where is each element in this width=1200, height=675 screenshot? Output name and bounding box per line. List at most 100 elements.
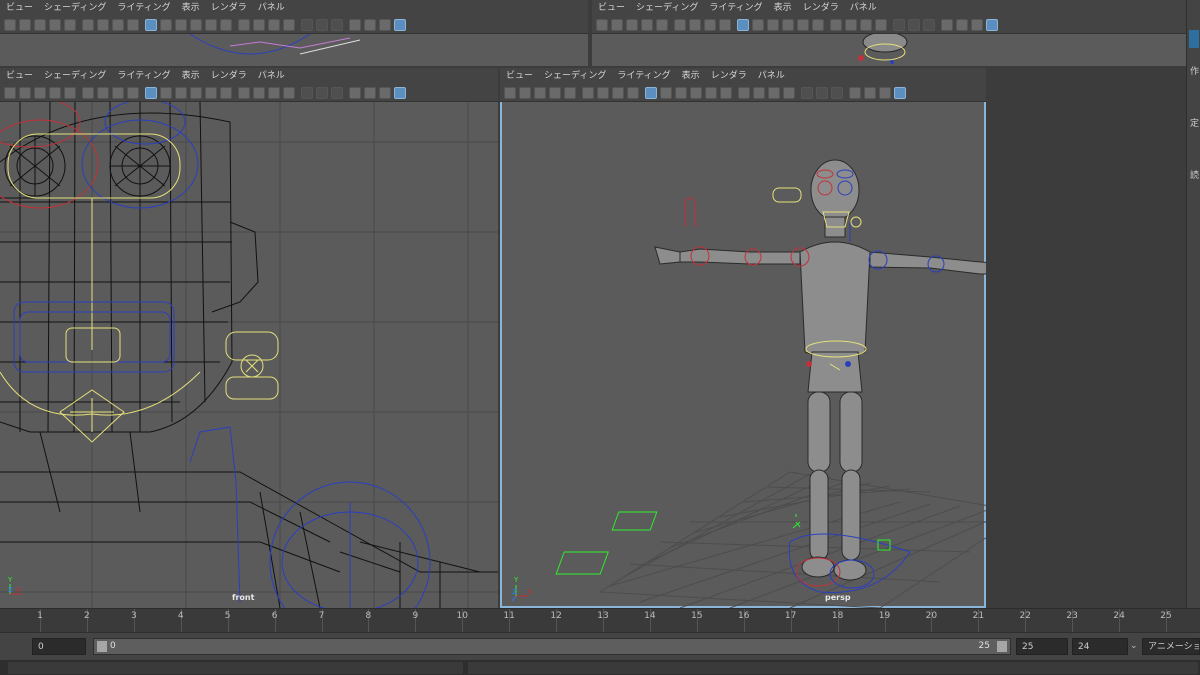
toolbar-tool-icon[interactable] — [597, 86, 609, 99]
menu-view[interactable]: ビュー — [6, 3, 33, 13]
toolbar-tool-icon[interactable] — [379, 86, 391, 99]
toolbar-tool-icon[interactable] — [364, 86, 376, 99]
viewport-persp[interactable]: persp Y Z X — [500, 102, 986, 608]
start-time-field[interactable]: 0 — [32, 638, 86, 655]
menu-panels[interactable]: パネル — [258, 71, 285, 81]
toolbar-tool-icon[interactable] — [268, 86, 280, 99]
toolbar-tool-icon[interactable] — [782, 18, 794, 31]
toolbar-tool-icon[interactable] — [97, 86, 109, 99]
chevron-down-icon[interactable]: ⌄ — [1130, 641, 1138, 651]
menu-renderer[interactable]: レンダラ — [211, 3, 247, 13]
toolbar-tool-icon[interactable] — [767, 18, 779, 31]
menu-view[interactable]: ビュー — [6, 71, 33, 81]
toolbar-tool-icon[interactable] — [160, 18, 172, 31]
toolbar-tool-icon[interactable] — [64, 86, 76, 99]
toolbar-tool-icon[interactable] — [49, 86, 61, 99]
time-slider[interactable]: 1 2 3 4 5 6 7 8 9 10 11 12 13 14 15 16 17 18 19 20 21 22 23 24 2… — [0, 608, 1200, 633]
toolbar-tool-icon[interactable] — [894, 86, 906, 99]
viewport[interactable] — [0, 33, 588, 66]
toolbar-tool-icon[interactable] — [145, 86, 157, 99]
toolbar-tool-icon[interactable] — [845, 18, 857, 31]
menu-renderer[interactable]: レンダラ — [803, 3, 839, 13]
toolbar-tool-icon[interactable] — [611, 18, 623, 31]
toolbar-tool-icon[interactable] — [283, 86, 295, 99]
toolbar-tool-icon[interactable] — [534, 86, 546, 99]
toolbar-tool-icon[interactable] — [986, 18, 998, 31]
end-time-field[interactable]: 25 — [1016, 638, 1068, 655]
toolbar-tool-icon[interactable] — [831, 86, 843, 99]
toolbar-tool-icon[interactable] — [190, 86, 202, 99]
menu-shading[interactable]: シェーディング — [44, 3, 106, 13]
toolbar-tool-icon[interactable] — [349, 18, 361, 31]
toolbar-tool-icon[interactable] — [737, 18, 749, 31]
toolbar-tool-icon[interactable] — [19, 86, 31, 99]
toolbar-tool-icon[interactable] — [830, 18, 842, 31]
toolbar-tool-icon[interactable] — [645, 86, 657, 99]
toolbar-tool-icon[interactable] — [64, 18, 76, 31]
toolbar-tool-icon[interactable] — [145, 18, 157, 31]
toolbar-tool-icon[interactable] — [660, 86, 672, 99]
toolbar-tool-icon[interactable] — [82, 86, 94, 99]
menu-renderer[interactable]: レンダラ — [211, 71, 247, 81]
toolbar-tool-icon[interactable] — [331, 18, 343, 31]
toolbar-tool-icon[interactable] — [394, 86, 406, 99]
toolbar-tool-icon[interactable] — [879, 86, 891, 99]
toolbar-tool-icon[interactable] — [626, 18, 638, 31]
toolbar-tool-icon[interactable] — [797, 18, 809, 31]
menu-view[interactable]: ビュー — [598, 3, 625, 13]
toolbar-tool-icon[interactable] — [112, 18, 124, 31]
toolbar-tool-icon[interactable] — [956, 18, 968, 31]
toolbar-tool-icon[interactable] — [582, 86, 594, 99]
toolbar-tool-icon[interactable] — [596, 18, 608, 31]
toolbar-tool-icon[interactable] — [752, 18, 764, 31]
toolbar-tool-icon[interactable] — [690, 86, 702, 99]
toolbar-tool-icon[interactable] — [908, 18, 920, 31]
viewport[interactable] — [592, 31, 1186, 66]
toolbar-tool-icon[interactable] — [160, 86, 172, 99]
toolbar-tool-icon[interactable] — [753, 86, 765, 99]
toolbar-tool-icon[interactable] — [19, 18, 31, 31]
toolbar-tool-icon[interactable] — [175, 86, 187, 99]
toolbar-tool-icon[interactable] — [316, 86, 328, 99]
menu-shading[interactable]: シェーディング — [44, 71, 106, 81]
toolbar-tool-icon[interactable] — [4, 18, 16, 31]
toolbar-tool-icon[interactable] — [564, 86, 576, 99]
toolbar-tool-icon[interactable] — [689, 18, 701, 31]
panel-top-right[interactable]: ビュー シェーディング ライティング 表示 レンダラ パネル — [592, 0, 1186, 66]
toolbar-tool-icon[interactable] — [783, 86, 795, 99]
toolbar-tool-icon[interactable] — [331, 86, 343, 99]
panel-persp[interactable]: ビュー シェーディング ライティング 表示 レンダラ パネル persp Y Z… — [500, 68, 986, 608]
command-line[interactable] — [8, 662, 463, 674]
toolbar-tool-icon[interactable] — [519, 86, 531, 99]
toolbar-tool-icon[interactable] — [394, 18, 406, 31]
menu-show[interactable]: 表示 — [774, 3, 792, 13]
menu-panels[interactable]: パネル — [850, 3, 877, 13]
menu-lighting[interactable]: ライティング — [117, 3, 170, 13]
toolbar-tool-icon[interactable] — [34, 18, 46, 31]
attribute-panel-edge[interactable]: 作 定 読 — [1186, 0, 1200, 608]
toolbar-tool-icon[interactable] — [283, 18, 295, 31]
toolbar-tool-icon[interactable] — [127, 18, 139, 31]
toolbar-tool-icon[interactable] — [812, 18, 824, 31]
toolbar-tool-icon[interactable] — [860, 18, 872, 31]
toolbar-tool-icon[interactable] — [704, 18, 716, 31]
toolbar-tool-icon[interactable] — [238, 18, 250, 31]
menu-lighting[interactable]: ライティング — [117, 71, 170, 81]
toolbar-tool-icon[interactable] — [641, 18, 653, 31]
toolbar-tool-icon[interactable] — [34, 86, 46, 99]
menu-show[interactable]: 表示 — [182, 3, 200, 13]
toolbar-tool-icon[interactable] — [941, 18, 953, 31]
range-start-handle[interactable] — [97, 641, 107, 652]
toolbar-tool-icon[interactable] — [738, 86, 750, 99]
toolbar-tool-icon[interactable] — [801, 86, 813, 99]
panel-top-left[interactable]: ビュー シェーディング ライティング 表示 レンダラ パネル — [0, 0, 588, 66]
toolbar-tool-icon[interactable] — [627, 86, 639, 99]
toolbar-tool-icon[interactable] — [205, 86, 217, 99]
toolbar-tool-icon[interactable] — [719, 18, 731, 31]
toolbar-tool-icon[interactable] — [205, 18, 217, 31]
toolbar-tool-icon[interactable] — [349, 86, 361, 99]
toolbar-tool-icon[interactable] — [190, 18, 202, 31]
toolbar-tool-icon[interactable] — [220, 86, 232, 99]
toolbar-tool-icon[interactable] — [301, 18, 313, 31]
toolbar-tool-icon[interactable] — [175, 18, 187, 31]
